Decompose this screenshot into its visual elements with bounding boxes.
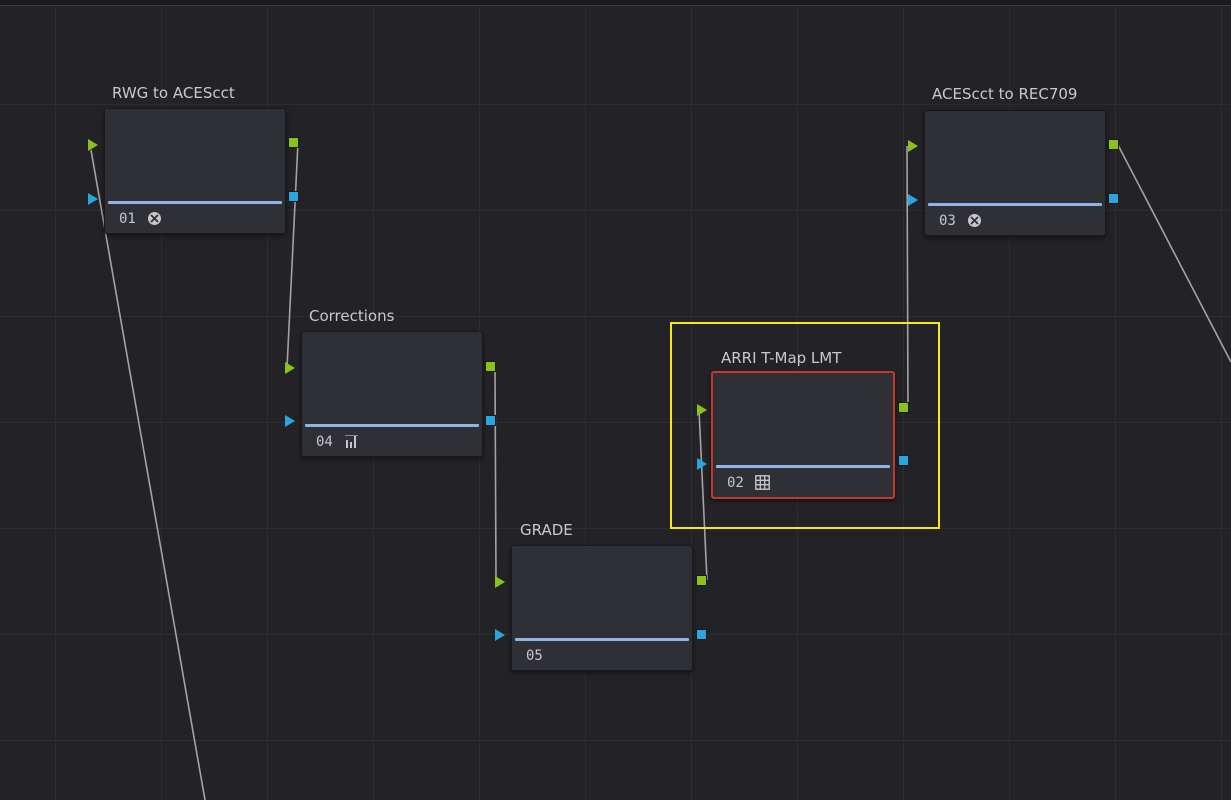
node-rwg-to-acescct[interactable]: 01 [104,108,286,234]
node-02-key-output[interactable] [898,455,909,466]
node-corrections[interactable]: 04 [301,331,483,457]
node-01-key-input[interactable] [88,193,98,205]
histogram-icon [344,434,359,449]
node-title: ACEScct to REC709 [932,85,1078,103]
node-05-rgb-output[interactable] [696,575,707,586]
node-05-key-output[interactable] [696,629,707,640]
node-number: 02 [727,475,744,491]
aces-icon [967,213,982,228]
node-03-rgb-input[interactable] [908,140,918,152]
node-arri-t-map-lmt[interactable]: 02 [711,371,895,499]
node-bar [108,201,282,204]
node-03-rgb-output[interactable] [1108,139,1119,150]
node-02-key-input[interactable] [697,458,707,470]
node-bar [515,638,689,641]
node-number: 05 [526,648,543,664]
node-02-rgb-output[interactable] [898,402,909,413]
node-grade[interactable]: 05 [511,545,693,671]
node-01-rgb-input[interactable] [88,139,98,151]
node-bar [928,203,1102,206]
node-04-key-output[interactable] [485,415,496,426]
node-number: 01 [119,211,136,227]
node-title: ARRI T-Map LMT [721,349,842,367]
lut-grid-icon [755,475,770,490]
node-title: RWG to ACEScct [112,84,235,102]
node-04-key-input[interactable] [285,415,295,427]
node-04-rgb-input[interactable] [285,362,295,374]
node-title: GRADE [520,521,573,539]
node-number: 03 [939,213,956,229]
aces-icon [147,211,162,226]
node-03-key-input[interactable] [908,194,918,206]
node-01-rgb-output[interactable] [288,137,299,148]
node-bar [305,424,479,427]
node-03-key-output[interactable] [1108,193,1119,204]
viewer-top-edge [0,0,1231,6]
node-04-rgb-output[interactable] [485,361,496,372]
node-02-rgb-input[interactable] [697,404,707,416]
node-bar [716,465,890,468]
node-acescct-to-rec709[interactable]: 03 [924,110,1106,236]
node-title: Corrections [309,307,395,325]
node-05-key-input[interactable] [495,629,505,641]
node-01-key-output[interactable] [288,191,299,202]
node-05-rgb-input[interactable] [495,576,505,588]
node-number: 04 [316,434,333,450]
